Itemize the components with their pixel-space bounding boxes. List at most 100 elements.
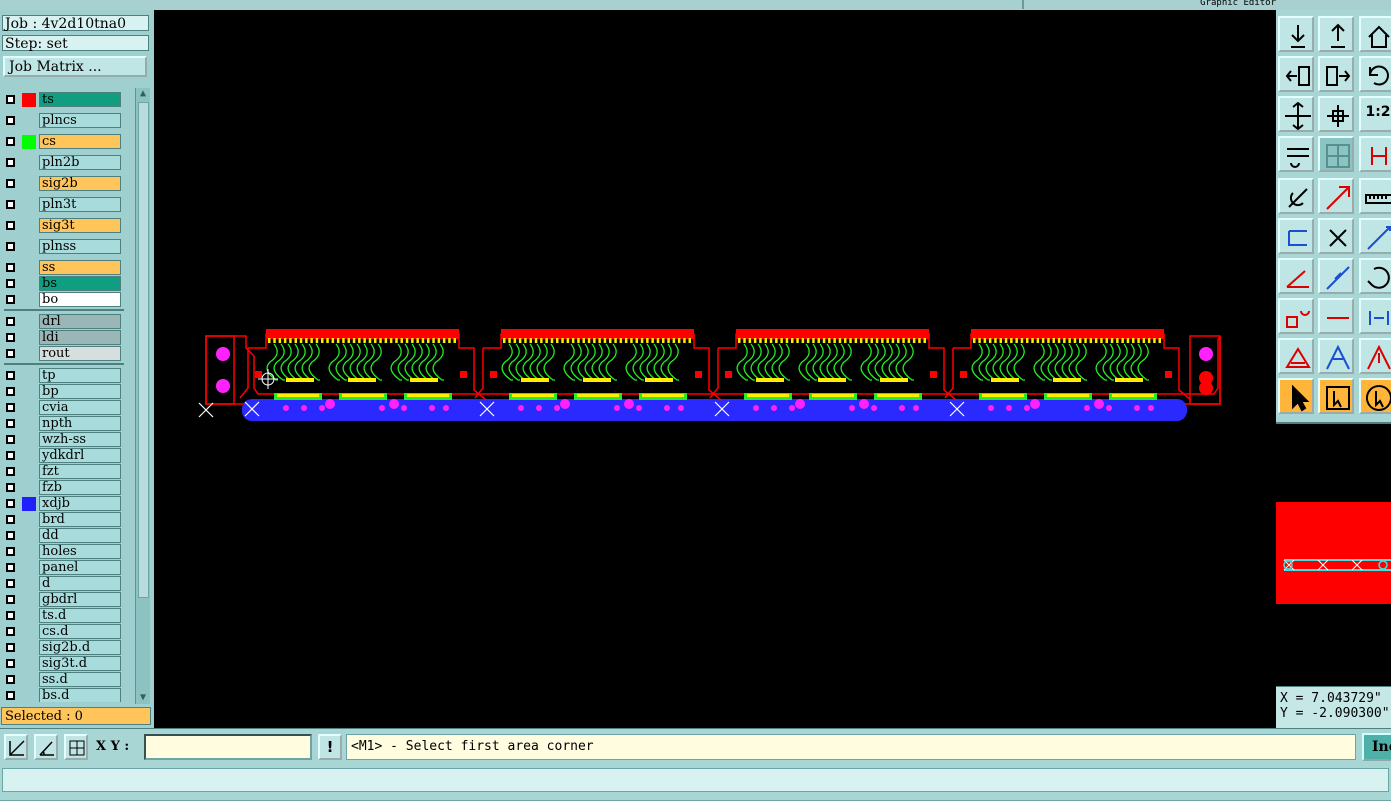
layer-checkbox[interactable] — [6, 563, 15, 572]
layer-name[interactable]: ydkdrl — [39, 448, 121, 463]
zoom-fit-button[interactable] — [1278, 96, 1314, 132]
layer-name[interactable]: brd — [39, 512, 121, 527]
layer-row-drl[interactable]: drl — [2, 314, 126, 330]
ratio-button[interactable]: 1:2 — [1359, 96, 1391, 132]
layer-checkbox[interactable] — [6, 627, 15, 636]
scrollbar-thumb[interactable] — [138, 102, 149, 598]
bracket-tool-button[interactable] — [1359, 298, 1391, 334]
export-button[interactable] — [1318, 16, 1354, 52]
layer-checkbox[interactable] — [6, 333, 15, 342]
layer-checkbox[interactable] — [6, 515, 15, 524]
layer-checkbox[interactable] — [6, 595, 15, 604]
layer-checkbox[interactable] — [6, 349, 15, 358]
job-matrix-button[interactable]: Job Matrix ... — [3, 56, 147, 77]
layer-checkbox[interactable] — [6, 435, 15, 444]
rotate-button[interactable] — [1359, 258, 1391, 294]
arrow-up-tool-button[interactable] — [1359, 338, 1391, 374]
grid-view-button[interactable] — [1318, 136, 1354, 172]
layer-checkbox[interactable] — [6, 611, 15, 620]
layer-row-plncs[interactable]: plncs — [2, 113, 126, 129]
layer-row-dd[interactable]: dd — [2, 528, 126, 544]
layer-row-brd[interactable]: brd — [2, 512, 126, 528]
zoom-center-button[interactable] — [1318, 96, 1354, 132]
layer-name[interactable]: ss — [39, 260, 121, 275]
layer-name[interactable]: gbdrl — [39, 592, 121, 607]
layer-name[interactable]: rout — [39, 346, 121, 361]
layer-checkbox[interactable] — [6, 317, 15, 326]
layer-checkbox[interactable] — [6, 158, 15, 167]
layer-name[interactable]: panel — [39, 560, 121, 575]
layer-name[interactable]: holes — [39, 544, 121, 559]
layer-row-npth[interactable]: npth — [2, 416, 126, 432]
line-end-button[interactable] — [1359, 218, 1391, 254]
layer-row-sig2b-d[interactable]: sig2b.d — [2, 640, 126, 656]
home-button[interactable] — [1359, 16, 1391, 52]
layer-name[interactable]: fzt — [39, 464, 121, 479]
layer-checkbox[interactable] — [6, 200, 15, 209]
scroll-down-arrow-icon[interactable]: ▼ — [137, 692, 149, 704]
layer-checkbox[interactable] — [6, 295, 15, 304]
angle-tool-button[interactable] — [1278, 258, 1314, 294]
peak-tool-button[interactable] — [1318, 338, 1354, 374]
layer-name[interactable]: ldi — [39, 330, 121, 345]
layer-checkbox[interactable] — [6, 371, 15, 380]
minus-tool-button[interactable] — [1318, 298, 1354, 334]
pointer-box-button[interactable] — [1318, 378, 1354, 414]
scroll-up-arrow-icon[interactable]: ▲ — [137, 88, 149, 100]
pan-left-button[interactable] — [1278, 56, 1314, 92]
layer-row-holes[interactable]: holes — [2, 544, 126, 560]
pointer-circle-button[interactable] — [1359, 378, 1391, 414]
layer-name[interactable]: plnss — [39, 239, 121, 254]
layer-row-pln3t[interactable]: pln3t — [2, 197, 126, 213]
pointer-button[interactable] — [1278, 378, 1314, 414]
layer-name[interactable]: cs — [39, 134, 121, 149]
layer-checkbox[interactable] — [6, 643, 15, 652]
undo-zoom-button[interactable] — [1359, 56, 1391, 92]
layer-row-bp[interactable]: bp — [2, 384, 126, 400]
layer-checkbox[interactable] — [6, 279, 15, 288]
net-tool-button[interactable] — [1359, 136, 1391, 172]
layer-row-sig3t[interactable]: sig3t — [2, 218, 126, 234]
inc-button[interactable]: Inc — [1362, 733, 1391, 761]
layer-row-ss[interactable]: ss — [2, 260, 126, 276]
layer-row-bo[interactable]: bo — [2, 292, 126, 308]
grid-button[interactable] — [64, 734, 88, 760]
layer-checkbox[interactable] — [6, 531, 15, 540]
layer-name[interactable]: pln2b — [39, 155, 121, 170]
layer-name[interactable]: sig3t.d — [39, 656, 121, 671]
layer-row-ldi[interactable]: ldi — [2, 330, 126, 346]
layer-name[interactable]: bs — [39, 276, 121, 291]
layer-row-ydkdrl[interactable]: ydkdrl — [2, 448, 126, 464]
layer-row-cs-d[interactable]: cs.d — [2, 624, 126, 640]
layer-name[interactable]: bo — [39, 292, 121, 307]
layer-row-cs[interactable]: cs — [2, 134, 126, 150]
layer-list-scrollbar[interactable]: ▲ ▼ — [135, 88, 150, 704]
layer-name[interactable]: sig2b — [39, 176, 121, 191]
layer-row-sig3t-d[interactable]: sig3t.d — [2, 656, 126, 672]
import-button[interactable] — [1278, 16, 1314, 52]
layer-checkbox[interactable] — [6, 451, 15, 460]
layer-checkbox[interactable] — [6, 403, 15, 412]
layer-row-d[interactable]: d — [2, 576, 126, 592]
layer-row-pln2b[interactable]: pln2b — [2, 155, 126, 171]
layer-checkbox[interactable] — [6, 547, 15, 556]
snap-button[interactable] — [4, 734, 28, 760]
layer-row-fzb[interactable]: fzb — [2, 480, 126, 496]
layer-checkbox[interactable] — [6, 387, 15, 396]
layer-row-fzt[interactable]: fzt — [2, 464, 126, 480]
layer-checkbox[interactable] — [6, 691, 15, 700]
layer-row-cvia[interactable]: cvia — [2, 400, 126, 416]
layer-row-bs-d[interactable]: bs.d — [2, 688, 126, 702]
layer-checkbox[interactable] — [6, 221, 15, 230]
layer-row-sig2b[interactable]: sig2b — [2, 176, 126, 192]
layer-name[interactable]: ts.d — [39, 608, 121, 623]
triangle-tool-button[interactable] — [1278, 338, 1314, 374]
layer-checkbox[interactable] — [6, 137, 15, 146]
layer-name[interactable]: bp — [39, 384, 121, 399]
layer-name[interactable]: cvia — [39, 400, 121, 415]
layer-checkbox[interactable] — [6, 263, 15, 272]
layer-name[interactable]: ts — [39, 92, 121, 107]
layer-row-wzh-ss[interactable]: wzh-ss — [2, 432, 126, 448]
pad-tool-button[interactable] — [1278, 298, 1314, 334]
layer-name[interactable]: fzb — [39, 480, 121, 495]
